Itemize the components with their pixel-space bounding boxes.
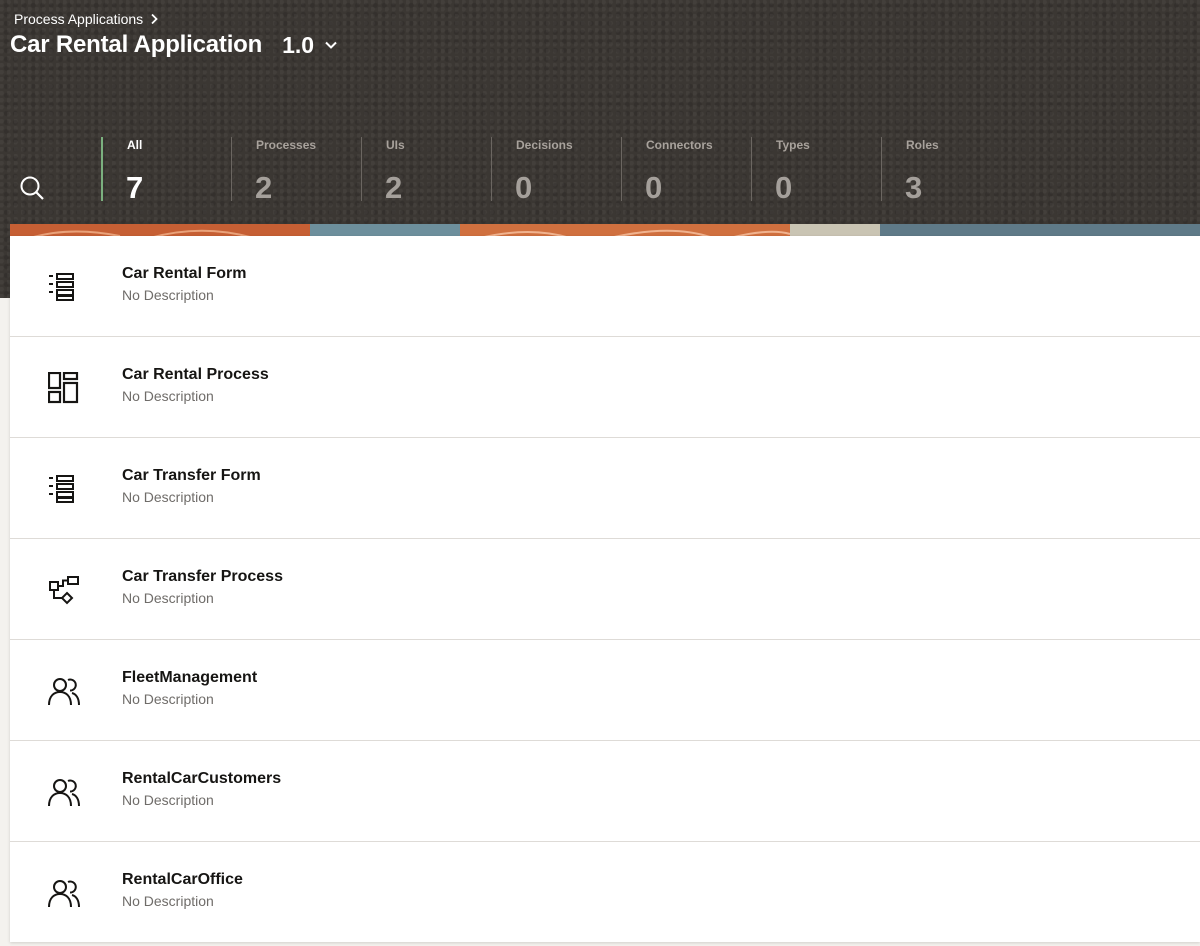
list-item[interactable]: Car Rental Form No Description [10, 236, 1200, 337]
list-item[interactable]: RentalCarCustomers No Description [10, 741, 1200, 842]
tab-count: 2 [255, 170, 273, 205]
users-icon [48, 675, 80, 707]
item-description: No Description [122, 388, 214, 404]
item-name: Car Rental Form [122, 265, 247, 282]
item-description: No Description [122, 792, 214, 808]
tab-count: 0 [515, 170, 533, 205]
list-item[interactable]: Car Rental Process No Description [10, 337, 1200, 438]
tab-label: UIs [386, 138, 405, 152]
tab-label: Roles [906, 138, 939, 152]
list-item[interactable]: Car Transfer Process No Description [10, 539, 1200, 640]
users-icon [48, 877, 80, 909]
breadcrumb[interactable]: Process Applications [14, 11, 159, 27]
tab-uis[interactable]: UIs 2 [361, 137, 488, 205]
tab-types[interactable]: Types 0 [751, 137, 878, 205]
breadcrumb-link[interactable]: Process Applications [14, 11, 143, 27]
tab-label: Decisions [516, 138, 573, 152]
tab-count: 0 [645, 170, 663, 205]
tab-label: Processes [256, 138, 317, 152]
item-description: No Description [122, 893, 214, 909]
chevron-right-icon [151, 13, 158, 25]
tab-count: 2 [385, 170, 403, 205]
title-row: Car Rental Application 1.0 [10, 31, 338, 59]
item-description: No Description [122, 691, 214, 707]
tab-label: Connectors [646, 138, 713, 152]
form-icon [48, 473, 80, 505]
form-icon [48, 271, 80, 303]
item-description: No Description [122, 287, 214, 303]
dashboard-process-icon [47, 371, 80, 404]
item-name: RentalCarOffice [122, 871, 243, 888]
tab-processes[interactable]: Processes 2 [231, 137, 358, 205]
list-item[interactable]: FleetManagement No Description [10, 640, 1200, 741]
item-name: Car Rental Process [122, 366, 269, 383]
page-title: Car Rental Application [10, 31, 263, 58]
search-icon[interactable] [19, 175, 45, 201]
tab-label: All [127, 138, 143, 152]
tab-roles[interactable]: Roles 3 [881, 137, 1008, 205]
artifact-list: Car Rental Form No Description Car Renta… [10, 236, 1200, 942]
item-name: Car Transfer Form [122, 467, 261, 484]
tab-count: 0 [775, 170, 793, 205]
tab-decisions[interactable]: Decisions 0 [491, 137, 618, 205]
list-item[interactable]: Car Transfer Form No Description [10, 438, 1200, 539]
item-description: No Description [122, 489, 214, 505]
tab-count: 7 [126, 170, 144, 205]
version-selector[interactable]: 1.0 [282, 32, 314, 59]
users-icon [48, 776, 80, 808]
item-description: No Description [122, 590, 214, 606]
item-name: Car Transfer Process [122, 568, 283, 585]
process-flow-icon [48, 574, 80, 606]
item-name: FleetManagement [122, 669, 258, 686]
item-name: RentalCarCustomers [122, 770, 282, 787]
tab-connectors[interactable]: Connectors 0 [621, 137, 748, 205]
list-item[interactable]: RentalCarOffice No Description [10, 842, 1200, 942]
tab-all[interactable]: All 7 [101, 137, 229, 205]
chevron-down-icon[interactable] [324, 40, 338, 50]
tab-label: Types [776, 138, 810, 152]
tab-count: 3 [905, 170, 923, 205]
